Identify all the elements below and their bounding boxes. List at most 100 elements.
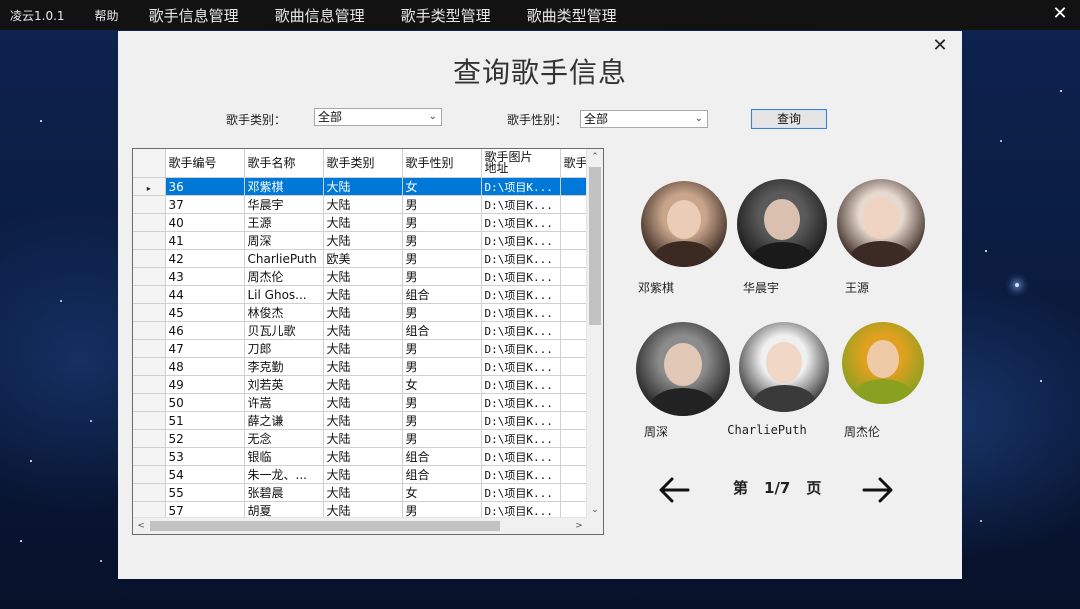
table-cell[interactable]: 大陆 <box>323 357 403 376</box>
row-header[interactable] <box>133 357 166 376</box>
row-header[interactable] <box>133 447 166 466</box>
table-cell[interactable]: 邓紫棋 <box>244 177 324 196</box>
row-header[interactable] <box>133 411 166 430</box>
menu-singer-info[interactable]: 歌手信息管理 <box>149 5 239 26</box>
horizontal-scrollbar[interactable]: < > <box>133 517 587 534</box>
table-cell[interactable]: 组合 <box>402 447 482 466</box>
table-cell[interactable]: 周深 <box>244 231 324 250</box>
table-cell[interactable]: 47 <box>165 339 245 358</box>
table-cell[interactable]: D:\项目K... <box>481 267 561 286</box>
row-header[interactable] <box>133 267 166 286</box>
table-cell[interactable]: 大陆 <box>323 177 403 196</box>
table-cell[interactable]: 女 <box>402 483 482 502</box>
table-cell[interactable]: 男 <box>402 267 482 286</box>
table-cell[interactable]: D:\项目K... <box>481 303 561 322</box>
table-cell[interactable]: D:\项目K... <box>481 195 561 214</box>
table-row[interactable]: 41 周深 大陆男 D:\项目K... <box>133 231 601 250</box>
row-header[interactable] <box>133 195 166 214</box>
table-cell[interactable]: 51 <box>165 411 245 430</box>
table-cell[interactable]: 53 <box>165 447 245 466</box>
table-cell[interactable]: 男 <box>402 195 482 214</box>
table-cell[interactable]: D:\项目K... <box>481 393 561 412</box>
table-cell[interactable]: 男 <box>402 249 482 268</box>
table-cell[interactable]: 43 <box>165 267 245 286</box>
table-cell[interactable]: 大陆 <box>323 231 403 250</box>
table-cell[interactable]: 49 <box>165 375 245 394</box>
table-cell[interactable]: 大陆 <box>323 393 403 412</box>
table-cell[interactable]: 薛之谦 <box>244 411 324 430</box>
table-cell[interactable]: 37 <box>165 195 245 214</box>
table-cell[interactable]: 36 <box>165 177 245 196</box>
column-header[interactable]: 歌手性别 <box>402 149 482 178</box>
table-row[interactable]: 47 刀郎 大陆男 D:\项目K... <box>133 339 601 358</box>
table-cell[interactable]: 银临 <box>244 447 324 466</box>
table-cell[interactable]: CharliePuth <box>244 249 324 268</box>
table-cell[interactable]: 男 <box>402 393 482 412</box>
table-cell[interactable]: 男 <box>402 213 482 232</box>
table-cell[interactable]: D:\项目K... <box>481 483 561 502</box>
table-row[interactable]: 37 华晨宇 大陆男 D:\项目K... <box>133 195 601 214</box>
table-cell[interactable]: 大陆 <box>323 303 403 322</box>
table-cell[interactable]: 男 <box>402 411 482 430</box>
table-cell[interactable]: 欧美 <box>323 249 403 268</box>
table-cell[interactable]: 大陆 <box>323 267 403 286</box>
table-row[interactable]: 48 李克勤 大陆男 D:\项目K... <box>133 357 601 376</box>
table-cell[interactable]: D:\项目K... <box>481 429 561 448</box>
row-header[interactable] <box>133 303 166 322</box>
singer-gender-select[interactable]: 全部 ⌄ <box>580 110 708 128</box>
menu-song-type[interactable]: 歌曲类型管理 <box>527 5 617 26</box>
table-cell[interactable]: 44 <box>165 285 245 304</box>
table-cell[interactable]: 男 <box>402 339 482 358</box>
table-cell[interactable]: 男 <box>402 231 482 250</box>
table-cell[interactable]: D:\项目K... <box>481 375 561 394</box>
table-cell[interactable]: 女 <box>402 177 482 196</box>
table-row[interactable]: 52 无念 大陆男 D:\项目K... <box>133 429 601 448</box>
column-header[interactable]: 歌手类别 <box>323 149 403 178</box>
window-close-icon[interactable]: ✕ <box>1050 3 1070 25</box>
next-page-arrow-icon[interactable] <box>862 476 894 504</box>
table-cell[interactable]: 大陆 <box>323 339 403 358</box>
table-row[interactable]: 53 银临 大陆 组合 D:\项目K... <box>133 447 601 466</box>
table-cell[interactable]: 组合 <box>402 285 482 304</box>
table-cell[interactable]: Lil Ghos... <box>244 285 324 304</box>
table-cell[interactable]: 48 <box>165 357 245 376</box>
table-cell[interactable]: D:\项目K... <box>481 213 561 232</box>
table-row[interactable]: 44 Lil Ghos... 大陆 组合 D:\项目K... <box>133 285 601 304</box>
table-cell[interactable]: D:\项目K... <box>481 411 561 430</box>
table-cell[interactable]: D:\项目K... <box>481 321 561 340</box>
vertical-scrollbar[interactable]: ⌃ ⌄ <box>586 149 603 518</box>
row-header[interactable] <box>133 375 166 394</box>
table-cell[interactable]: 大陆 <box>323 375 403 394</box>
singer-data-grid[interactable]: 歌手编号 歌手名称 歌手类别 歌手性别 歌手图片 地址 歌手 ▸ 36 邓紫棋 大陆女 D… <box>132 148 604 535</box>
row-header[interactable] <box>133 321 166 340</box>
vertical-scroll-thumb[interactable] <box>589 167 601 325</box>
scroll-down-icon[interactable]: ⌄ <box>587 502 603 518</box>
table-cell[interactable]: 54 <box>165 465 245 484</box>
table-cell[interactable]: 朱一龙、... <box>244 465 324 484</box>
table-cell[interactable]: 40 <box>165 213 245 232</box>
horizontal-scroll-thumb[interactable] <box>150 521 500 531</box>
table-cell[interactable]: 周杰伦 <box>244 267 324 286</box>
table-row[interactable]: 55 张碧晨 大陆女 D:\项目K... <box>133 483 601 502</box>
table-cell[interactable]: D:\项目K... <box>481 447 561 466</box>
table-row[interactable]: 51 薛之谦 大陆男 D:\项目K... <box>133 411 601 430</box>
table-row[interactable]: ▸ 36 邓紫棋 大陆女 D:\项目K... <box>133 177 601 196</box>
query-button[interactable]: 查询 <box>751 109 827 129</box>
table-cell[interactable]: 组合 <box>402 321 482 340</box>
table-cell[interactable]: 李克勤 <box>244 357 324 376</box>
table-cell[interactable]: 46 <box>165 321 245 340</box>
row-header[interactable] <box>133 429 166 448</box>
table-cell[interactable]: 45 <box>165 303 245 322</box>
column-header[interactable]: 歌手图片 地址 <box>481 149 561 178</box>
table-cell[interactable]: 大陆 <box>323 321 403 340</box>
table-cell[interactable]: 41 <box>165 231 245 250</box>
singer-avatar[interactable] <box>641 181 727 267</box>
table-cell[interactable]: 贝瓦儿歌 <box>244 321 324 340</box>
table-row[interactable]: 40 王源 大陆男 D:\项目K... <box>133 213 601 232</box>
table-cell[interactable]: 男 <box>402 303 482 322</box>
singer-avatar[interactable] <box>737 179 827 269</box>
row-header[interactable] <box>133 393 166 412</box>
column-header[interactable]: 歌手名称 <box>244 149 324 178</box>
row-header[interactable] <box>133 213 166 232</box>
singer-avatar[interactable] <box>842 322 924 404</box>
